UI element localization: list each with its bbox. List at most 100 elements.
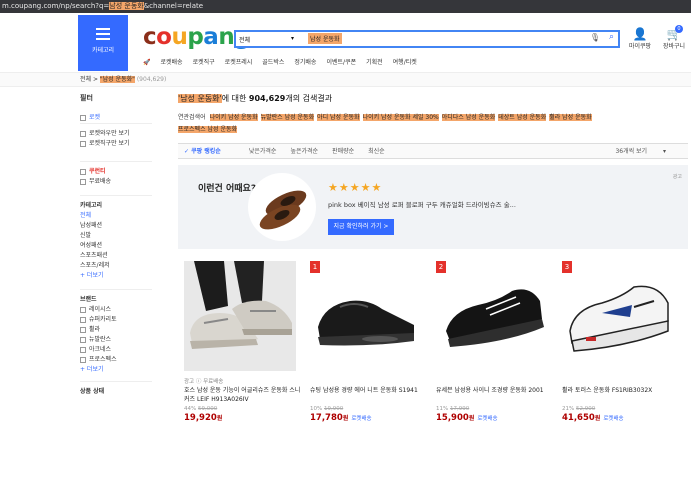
price-value: 19,920: [184, 413, 217, 423]
nav-goldbox[interactable]: 골드박스: [262, 59, 284, 66]
product-card[interactable]: 3 휠라 토러스 운동화 FS1RIB3032X 21% 52,900 41,6…: [562, 261, 680, 423]
category-item[interactable]: 신발: [80, 231, 152, 241]
rocket-delivery-badge: 로켓배송: [351, 416, 372, 422]
search-scope-select[interactable]: 전체 ▾: [239, 35, 294, 44]
category-more-link[interactable]: + 더보기: [80, 271, 152, 281]
brand-label: 슈퍼카리토: [89, 316, 117, 323]
brand-label: 휠라: [89, 326, 101, 333]
product-name[interactable]: 호스 남성 운동 기능이 어글리슈즈 운동화 스니커즈 LEIF H913A02…: [184, 386, 302, 404]
checkbox[interactable]: [80, 140, 86, 147]
brand-item[interactable]: 슈퍼카리토: [80, 315, 152, 325]
results-query: '남성 운동화': [178, 94, 222, 103]
brand-item[interactable]: 뉴발란스: [80, 335, 152, 345]
checkbox[interactable]: [80, 306, 86, 313]
search-box[interactable]: 전체 ▾ 남성 운동화 🎙 ⌕: [234, 30, 620, 48]
related-term[interactable]: 나이키 남성 운동화: [209, 114, 258, 121]
brand-more-link[interactable]: + 더보기: [80, 365, 152, 375]
cart-button[interactable]: 🛒 0 장바구니: [660, 25, 688, 50]
search-icon[interactable]: ⌕: [609, 32, 614, 42]
breadcrumb-root[interactable]: 전체: [80, 76, 91, 83]
nav-rocket-delivery[interactable]: 로켓배송: [160, 59, 182, 66]
checkbox[interactable]: [80, 316, 86, 323]
product-meta: [436, 377, 554, 385]
brand-item[interactable]: 레이시스: [80, 305, 152, 315]
category-item[interactable]: 여성패션: [80, 241, 152, 251]
nav-travel[interactable]: 여행/티켓: [393, 59, 417, 66]
sort-newest[interactable]: 최신순: [368, 148, 385, 155]
nav-events[interactable]: 이벤트/쿠폰: [326, 59, 356, 66]
related-term[interactable]: 아디다스 남성 운동화: [441, 114, 496, 121]
product-name[interactable]: 유세븐 남성용 사이니 조경량 운동화 2001: [436, 386, 554, 404]
checkbox[interactable]: [80, 178, 86, 185]
checkbox[interactable]: [80, 336, 86, 343]
checkbox[interactable]: [80, 114, 86, 121]
banner-product-image[interactable]: [248, 173, 316, 241]
breadcrumb-count: (904,629): [136, 76, 167, 83]
related-term[interactable]: 아디 남성 운동화: [317, 114, 360, 121]
filter-only-wow[interactable]: 로켓와우만 보기: [80, 129, 152, 139]
banner-cta-button[interactable]: 지금 확인하러 가기 >: [328, 219, 394, 235]
product-price: 19,920원: [184, 413, 302, 423]
results-count: 904,629: [248, 94, 286, 103]
checkbox[interactable]: [80, 130, 86, 137]
ad-banner[interactable]: 광고 이런건 어때요? ★★★★★ pink box 베이직 남성 로퍼 블로퍼…: [178, 165, 688, 249]
product-image[interactable]: [184, 261, 296, 371]
filter-rocket[interactable]: 로켓: [80, 113, 152, 123]
product-image[interactable]: 1: [310, 261, 422, 371]
product-card[interactable]: 2 유세븐 남성용 사이니 조경량 운동화 2001 11% 17,990 15…: [436, 261, 554, 423]
filter-only-direct[interactable]: 로켓직구만 보기: [80, 139, 152, 149]
per-page-select[interactable]: 36개씩 보기 ▾: [615, 144, 666, 159]
filter-free-shipping[interactable]: 무료배송: [80, 177, 152, 187]
related-term[interactable]: 프로스펙스 남성 운동화: [178, 126, 238, 133]
product-image[interactable]: 2: [436, 261, 548, 371]
product-card[interactable]: 광고 ⓘ 무료배송 호스 남성 운동 기능이 어글리슈즈 운동화 스니커즈 LE…: [184, 261, 302, 423]
related-term[interactable]: 나이키 남성 운동화 세일 30%: [362, 114, 439, 121]
product-meta: [562, 377, 680, 385]
nav-subscription[interactable]: 정기배송: [294, 59, 316, 66]
sort-sales[interactable]: 판매량순: [332, 148, 354, 155]
banner-description: pink box 베이직 남성 로퍼 블로퍼 구두 캐쥬얼화 드라이빙슈즈 술.…: [328, 201, 516, 209]
product-image[interactable]: 3: [562, 261, 674, 371]
nav-rocket-fresh[interactable]: 로켓프레시: [225, 59, 253, 66]
category-item[interactable]: 전체: [80, 211, 152, 221]
category-item[interactable]: 남성패션: [80, 221, 152, 231]
nav-rocket-direct[interactable]: 로켓직구: [193, 59, 215, 66]
rating-stars: ★★★★★: [328, 181, 383, 194]
rank-badge: 3: [562, 261, 572, 273]
currency: 원: [216, 415, 223, 422]
mic-icon[interactable]: 🎙: [590, 33, 600, 42]
related-term[interactable]: 뉴발란스 남성 운동화: [260, 114, 315, 121]
checkbox[interactable]: [80, 326, 86, 333]
brand-item[interactable]: 휠라: [80, 325, 152, 335]
sort-ranking[interactable]: ✓ 쿠팡 랭킹순: [184, 148, 235, 155]
nav-exhibitions[interactable]: 기획전: [366, 59, 383, 66]
url-suffix: &channel=relate: [143, 2, 204, 10]
related-term[interactable]: 휠라 남성 운동화: [549, 114, 592, 121]
search-scope-value: 전체: [239, 37, 251, 44]
my-coupang-button[interactable]: 👤 마이쿠팡: [626, 27, 654, 50]
sort-high-price[interactable]: 높은가격순: [290, 148, 318, 155]
address-bar[interactable]: m.coupang.com/np/search?q=남성 운동화&channel…: [0, 0, 691, 13]
product-card[interactable]: 1 슈팅 남성용 경량 에어 니트 운동화 S1941 10% 19,900 1…: [310, 261, 428, 423]
brand-item[interactable]: 아크네스: [80, 345, 152, 355]
brand-label: 레이시스: [89, 306, 112, 313]
related-term[interactable]: 데상트 남성 운동화: [498, 114, 547, 121]
product-name[interactable]: 슈팅 남성용 경량 에어 니트 운동화 S1941: [310, 386, 428, 404]
checkbox[interactable]: [80, 168, 86, 175]
product-name[interactable]: 휠라 토러스 운동화 FS1RIB3032X: [562, 386, 680, 404]
product-price: 15,900원 로켓배송: [436, 413, 554, 423]
checkbox[interactable]: [80, 346, 86, 353]
rocket-label: 로켓: [89, 114, 101, 121]
sort-label: 쿠팡 랭킹순: [191, 148, 221, 155]
url-query: 남성 운동화: [109, 2, 144, 10]
sort-low-price[interactable]: 낮은가격순: [249, 148, 277, 155]
brand-label: 뉴발란스: [89, 336, 112, 343]
checkbox[interactable]: [80, 356, 86, 363]
filter-coupon[interactable]: 쿠런티: [80, 167, 152, 177]
category-item[interactable]: 스포츠/레저: [80, 261, 152, 271]
brand-item[interactable]: 프로스펙스: [80, 355, 152, 365]
search-input[interactable]: 남성 운동화: [308, 33, 342, 44]
category-label: 카테고리: [91, 47, 115, 54]
category-item[interactable]: 스포츠패션: [80, 251, 152, 261]
category-menu-button[interactable]: 카테고리: [78, 15, 128, 71]
